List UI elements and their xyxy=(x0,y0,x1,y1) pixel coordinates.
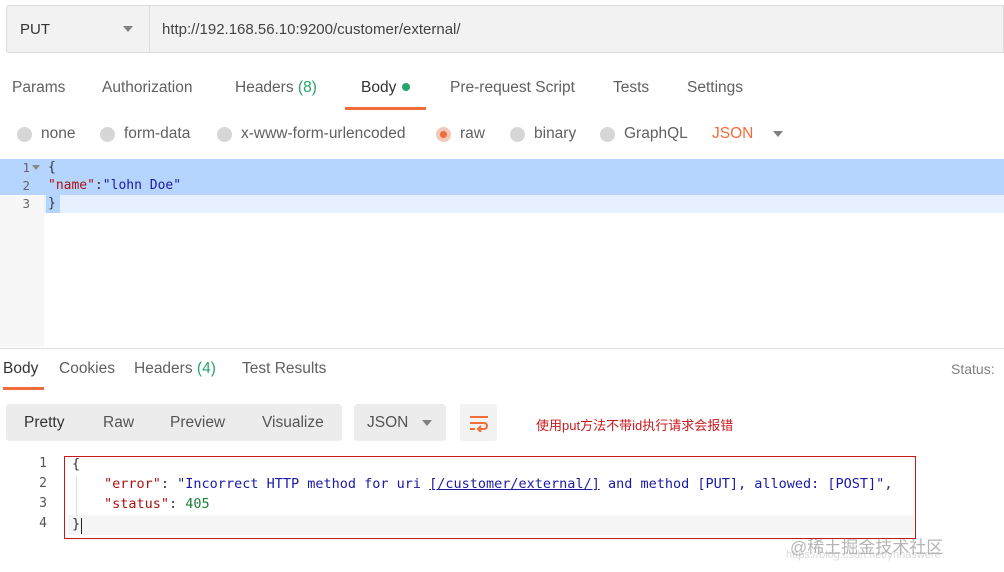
response-tab-body[interactable]: Body xyxy=(3,350,45,390)
body-type-options: none form-data x-www-form-urlencoded raw… xyxy=(0,118,1004,150)
annotation-note: 使用put方法不带id执行请求会报错 xyxy=(536,418,734,433)
raw-button[interactable]: Raw xyxy=(103,404,134,441)
radio-circle-icon xyxy=(100,126,115,142)
watermark-url: https://blog.csdn.net/ynhaswere xyxy=(786,549,941,561)
radio-none[interactable]: none xyxy=(17,118,75,150)
response-tab-cookies[interactable]: Cookies xyxy=(59,350,115,388)
request-bar: PUT http://192.168.56.10:9200/customer/e… xyxy=(6,5,1004,53)
language-label: JSON xyxy=(712,125,754,142)
radio-circle-icon xyxy=(600,126,615,142)
language-select[interactable]: JSON xyxy=(712,118,784,150)
response-tabs: Body Cookies Headers (4) Test Results St… xyxy=(0,350,1004,390)
pretty-button[interactable]: Pretty xyxy=(24,404,64,441)
request-tabs: Params Authorization Headers (8) Body Pr… xyxy=(0,68,1004,110)
code-line: 3 } xyxy=(22,196,56,211)
headers-count: (8) xyxy=(297,79,317,96)
chevron-down-icon xyxy=(123,26,133,32)
url-input[interactable]: http://192.168.56.10:9200/customer/exter… xyxy=(150,5,1004,53)
radio-binary[interactable]: binary xyxy=(510,118,576,150)
wrap-lines-icon xyxy=(469,415,488,432)
body-indicator-dot-icon xyxy=(402,83,411,91)
radio-raw[interactable]: raw xyxy=(436,118,485,150)
code-line: 2 "name":"lohn Doe" xyxy=(0,177,1004,195)
radio-checked-icon xyxy=(436,126,451,142)
response-divider xyxy=(0,348,1004,349)
annotation-highlight-box xyxy=(64,456,916,539)
response-format-select[interactable]: JSON xyxy=(354,404,446,441)
method-select[interactable]: PUT xyxy=(6,5,150,53)
response-format-label: JSON xyxy=(367,413,409,431)
response-headers-count: (4) xyxy=(196,360,216,377)
response-tab-headers[interactable]: Headers (4) xyxy=(134,350,216,388)
method-label: PUT xyxy=(20,20,50,38)
tab-tests[interactable]: Tests xyxy=(613,68,649,108)
radio-circle-icon xyxy=(217,126,232,142)
radio-urlencoded[interactable]: x-www-form-urlencoded xyxy=(217,118,406,150)
status-label: Status: xyxy=(951,361,995,377)
radio-circle-icon xyxy=(510,126,525,142)
preview-button[interactable]: Preview xyxy=(170,404,225,441)
tab-settings[interactable]: Settings xyxy=(687,68,743,108)
tab-authorization[interactable]: Authorization xyxy=(102,68,192,108)
visualize-button[interactable]: Visualize xyxy=(262,404,324,441)
view-mode-group: Pretty Raw Preview Visualize xyxy=(6,404,342,441)
tab-headers[interactable]: Headers (8) xyxy=(235,68,317,108)
request-body-editor[interactable]: 1 { 2 "name":"lohn Doe" 3 } xyxy=(0,159,1004,347)
fold-arrow-icon[interactable] xyxy=(32,165,40,170)
code-line: 1 { xyxy=(0,159,1004,177)
radio-circle-icon xyxy=(17,126,32,142)
response-tab-test-results[interactable]: Test Results xyxy=(242,350,326,388)
tab-params[interactable]: Params xyxy=(12,68,65,108)
radio-form-data[interactable]: form-data xyxy=(100,118,190,150)
tab-pre-request-script[interactable]: Pre-request Script xyxy=(450,68,575,108)
chevron-down-icon xyxy=(773,131,784,137)
radio-graphql[interactable]: GraphQL xyxy=(600,118,688,150)
wrap-lines-button[interactable] xyxy=(460,404,497,441)
chevron-down-icon xyxy=(422,419,432,426)
url-text: http://192.168.56.10:9200/customer/exter… xyxy=(162,20,461,38)
tab-body[interactable]: Body xyxy=(344,68,427,110)
